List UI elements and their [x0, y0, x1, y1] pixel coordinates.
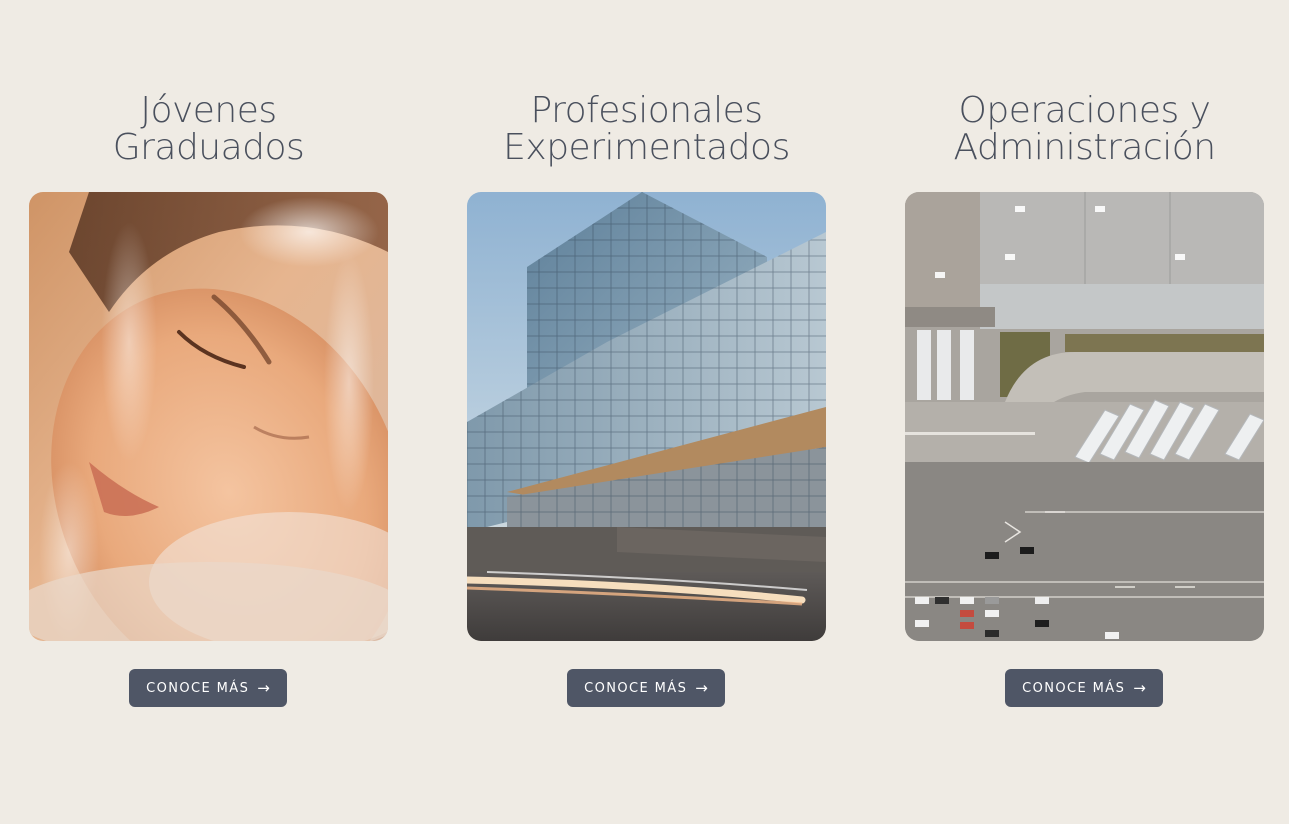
- arrow-right-icon: →: [1133, 678, 1146, 697]
- career-paths-section: Jóvenes Graduados CONOCE MÁS → Profesion…: [0, 0, 1289, 824]
- button-label: CONOCE MÁS: [146, 680, 250, 696]
- card-title-line-1: Jóvenes: [140, 90, 277, 131]
- card-title-line-2: Administración: [953, 127, 1216, 168]
- card-title-line-1: Profesionales: [530, 90, 764, 131]
- card-jovenes-graduados: Jóvenes Graduados CONOCE MÁS →: [29, 0, 388, 824]
- card-operaciones-administracion: Operaciones y Administración CONOCE MÁS …: [905, 0, 1264, 824]
- card-profesionales-experimentados: Profesionales Experimentados CONOCE MÁS …: [467, 0, 826, 824]
- card-title-line-2: Experimentados: [503, 127, 790, 168]
- card-title: Profesionales Experimentados: [427, 92, 866, 166]
- arrow-right-icon: →: [257, 678, 270, 697]
- aerial-warehouse-photo: [905, 192, 1264, 641]
- conoce-mas-button[interactable]: CONOCE MÁS →: [1005, 669, 1163, 707]
- card-title: Jóvenes Graduados: [0, 92, 428, 166]
- conoce-mas-button[interactable]: CONOCE MÁS →: [129, 669, 287, 707]
- arrow-right-icon: →: [695, 678, 708, 697]
- card-title-line-1: Operaciones y: [958, 90, 1212, 131]
- card-title: Operaciones y Administración: [865, 92, 1289, 166]
- card-title-line-2: Graduados: [112, 127, 305, 168]
- conoce-mas-button[interactable]: CONOCE MÁS →: [567, 669, 725, 707]
- portrait-photo: [29, 192, 388, 641]
- glass-building-photo: [467, 192, 826, 641]
- button-label: CONOCE MÁS: [584, 680, 688, 696]
- button-label: CONOCE MÁS: [1022, 680, 1126, 696]
